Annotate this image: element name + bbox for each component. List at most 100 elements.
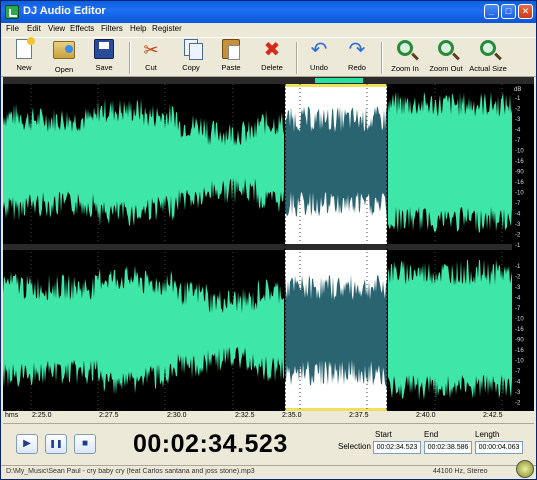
open-folder-icon xyxy=(53,41,75,59)
db-tick-label: -10 xyxy=(515,149,524,155)
zoom-in-label: Zoom In xyxy=(391,64,419,73)
end-label: End xyxy=(424,430,439,439)
pause-button[interactable]: ❚❚ xyxy=(45,434,67,454)
zoom-out-label: Zoom Out xyxy=(429,64,463,73)
toolbar-separator xyxy=(296,42,298,74)
zoom-out-icon xyxy=(438,40,454,56)
app-logo-icon xyxy=(5,5,19,19)
actual-size-button[interactable]: Actual Size xyxy=(467,39,509,77)
db-tick-label: -1 xyxy=(515,243,521,249)
redo-button[interactable]: ↷ Redo xyxy=(341,39,373,77)
redo-arrow-icon: ↷ xyxy=(348,39,366,61)
app-window: DJ Audio Editor _ □ ✕ File Edit View Eff… xyxy=(0,0,537,480)
toolbar-separator xyxy=(381,42,383,74)
undo-label: Undo xyxy=(310,63,328,72)
waveform-view[interactable]: dB -1 -2 -3 -4 -7 -10 -16 -90 -16 -10 -7 -4 -3 -2 -1 -1… xyxy=(3,77,534,411)
file-path: D:\My_Music\Sean Paul - cry baby cry (fe… xyxy=(6,468,255,475)
db-tick-label: -4 xyxy=(515,212,521,218)
db-tick-label: -3 xyxy=(515,390,521,396)
redo-label: Redo xyxy=(348,63,366,72)
menu-view[interactable]: View xyxy=(48,24,65,33)
db-tick-label: -10 xyxy=(515,359,524,365)
db-tick-label: -7 xyxy=(515,138,521,144)
close-button[interactable]: ✕ xyxy=(518,4,533,19)
channel-divider xyxy=(3,244,512,250)
menu-filters[interactable]: Filters xyxy=(101,24,123,33)
save-label: Save xyxy=(95,63,113,72)
menu-edit[interactable]: Edit xyxy=(27,24,41,33)
menu-effects[interactable]: Effects xyxy=(70,24,94,33)
db-tick-label: -1 xyxy=(515,264,521,270)
open-button[interactable]: Open xyxy=(45,39,83,77)
db-tick-label: -16 xyxy=(515,348,524,354)
db-tick-label: -3 xyxy=(515,117,521,123)
toolbar: New Open Save ✂ Cut Copy Paste ✖ Delete xyxy=(1,37,536,77)
db-tick-label: -10 xyxy=(515,191,524,197)
stop-button[interactable]: ■ xyxy=(74,434,96,454)
status-bar: D:\My_Music\Sean Paul - cry baby cry (fe… xyxy=(1,460,536,479)
undo-button[interactable]: ↶ Undo xyxy=(303,39,335,77)
paste-label: Paste xyxy=(221,63,241,72)
play-button[interactable]: ▶ xyxy=(16,434,38,454)
minimize-button[interactable]: _ xyxy=(484,4,499,19)
selection-end-field[interactable]: 00:02:38.586 xyxy=(424,441,472,454)
delete-button[interactable]: ✖ Delete xyxy=(253,39,291,77)
db-tick-label: -7 xyxy=(515,306,521,312)
paste-button[interactable]: Paste xyxy=(214,39,248,77)
selection-length-field[interactable]: 00:00:04.063 xyxy=(475,441,523,454)
time-ruler: hms 2:25.0 2:27.5 2:30.0 2:32.5 2:35.0 2… xyxy=(3,411,534,423)
scrollbar-thumb[interactable] xyxy=(315,78,363,83)
selection-label: Selection xyxy=(338,442,371,451)
toolbar-separator xyxy=(129,42,131,74)
menu-bar: File Edit View Effects Filters Help Regi… xyxy=(1,23,536,37)
zoom-in-button[interactable]: Zoom In xyxy=(387,39,423,77)
start-label: Start xyxy=(375,430,392,439)
delete-label: Delete xyxy=(261,63,283,72)
zoom-out-button[interactable]: Zoom Out xyxy=(426,39,466,77)
db-tick-label: -16 xyxy=(515,180,524,186)
db-tick-label: -3 xyxy=(515,222,521,228)
save-button[interactable]: Save xyxy=(87,39,121,77)
floppy-disk-icon xyxy=(94,39,114,59)
db-tick-label: -7 xyxy=(515,369,521,375)
audio-format: 44100 Hz, Stereo xyxy=(433,468,488,475)
menu-register[interactable]: Register xyxy=(152,24,182,33)
db-tick-label: -4 xyxy=(515,128,521,134)
copy-label: Copy xyxy=(182,63,200,72)
maximize-button[interactable]: □ xyxy=(501,4,516,19)
ruler-tick: 2:27.5 xyxy=(99,412,119,419)
delete-x-icon: ✖ xyxy=(263,39,281,61)
current-time-display: 00:02:34.523 xyxy=(133,430,288,458)
db-tick-label: -2 xyxy=(515,233,521,239)
db-tick-label: -90 xyxy=(515,170,524,176)
new-button[interactable]: New xyxy=(7,37,41,77)
actual-size-label: Actual Size xyxy=(469,64,507,73)
db-tick-label: -2 xyxy=(515,401,521,407)
db-tick-label: -3 xyxy=(515,285,521,291)
db-unit-label: dB xyxy=(514,87,521,93)
undo-arrow-icon: ↶ xyxy=(310,39,328,61)
selection-start-field[interactable]: 00:02:34.523 xyxy=(373,441,421,454)
db-tick-label: -90 xyxy=(515,338,524,344)
ruler-tick: 2:37.5 xyxy=(349,412,369,419)
copy-button[interactable]: Copy xyxy=(173,39,209,77)
play-icon: ▶ xyxy=(23,438,31,449)
db-tick-label: -4 xyxy=(515,380,521,386)
waveform-canvas[interactable]: dB -1 -2 -3 -4 -7 -10 -16 -90 -16 -10 -7 -4 -3 -2 -1 -1… xyxy=(3,84,534,411)
zoom-in-icon xyxy=(397,40,413,56)
cut-button[interactable]: ✂ Cut xyxy=(135,39,167,77)
ruler-tick: 2:32.5 xyxy=(235,412,255,419)
menu-file[interactable]: File xyxy=(6,24,19,33)
horizontal-scrollbar[interactable] xyxy=(3,77,534,84)
ruler-unit-label: hms xyxy=(5,412,19,419)
stop-icon: ■ xyxy=(81,438,89,449)
scissors-icon: ✂ xyxy=(143,40,159,60)
menu-help[interactable]: Help xyxy=(130,24,146,33)
title-bar[interactable]: DJ Audio Editor _ □ ✕ xyxy=(1,1,536,23)
open-label: Open xyxy=(54,65,74,74)
db-tick-label: -2 xyxy=(515,107,521,113)
ruler-tick: 2:30.0 xyxy=(167,412,187,419)
ruler-tick: 2:40.0 xyxy=(416,412,436,419)
length-label: Length xyxy=(475,430,500,439)
db-tick-label: -1 xyxy=(515,96,521,102)
